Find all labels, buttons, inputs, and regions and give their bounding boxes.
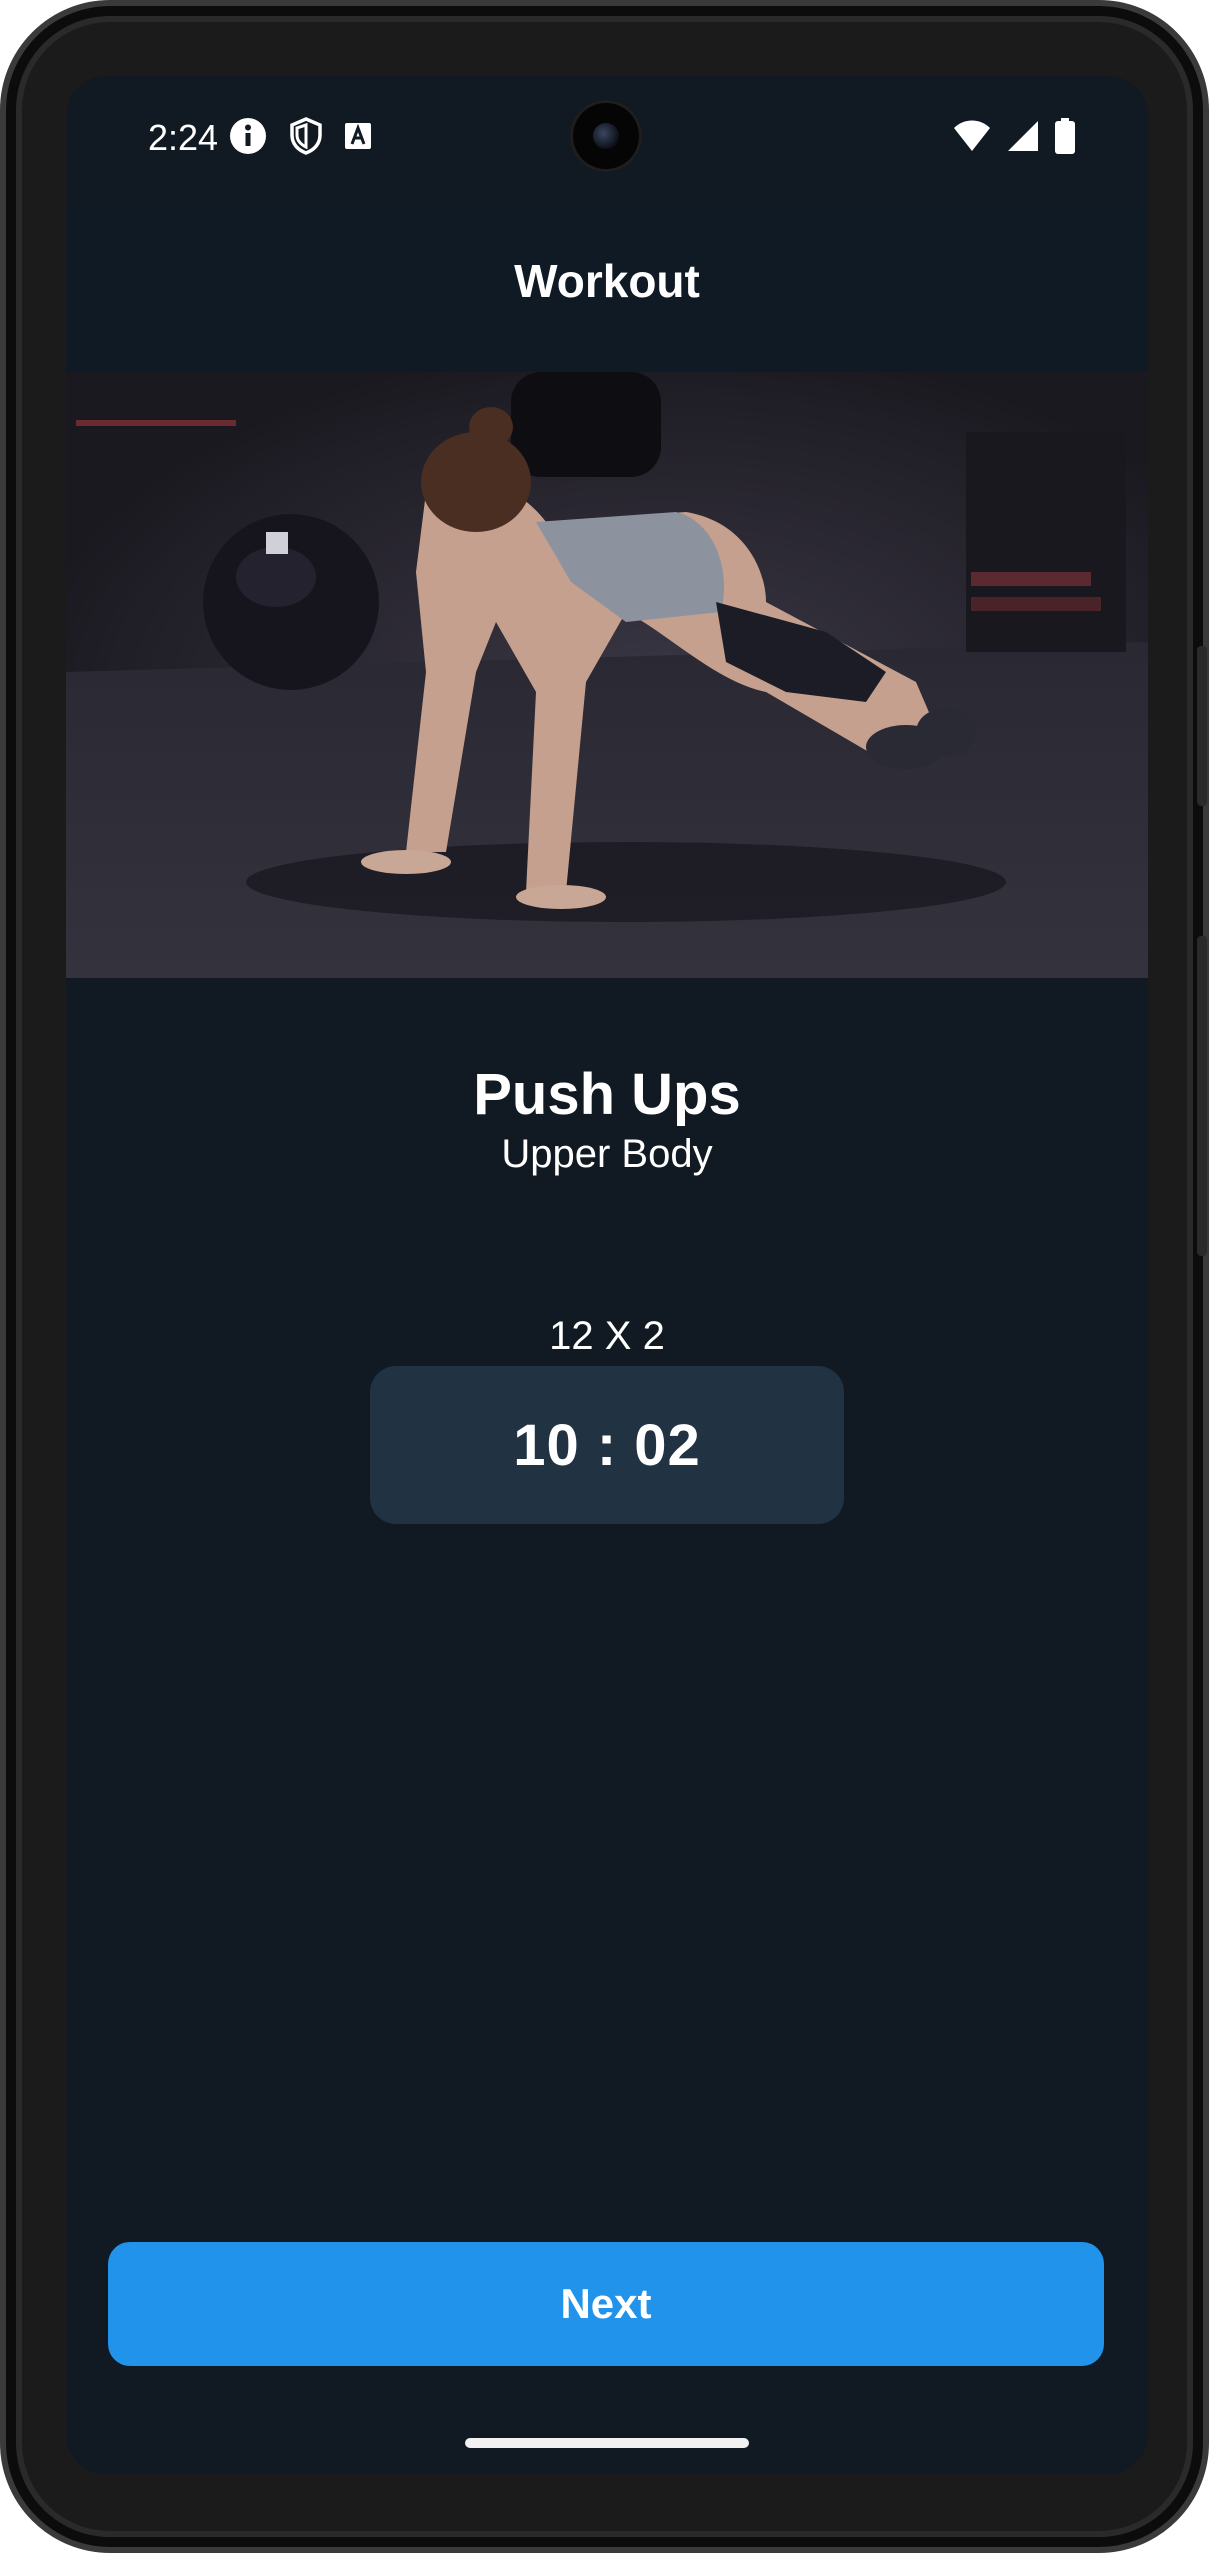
status-bar: 2:24 [66, 76, 1148, 206]
timer-value: 10 : 02 [513, 1412, 701, 1478]
push-up-photo [66, 372, 1148, 978]
home-indicator[interactable] [465, 2438, 749, 2448]
exercise-image [66, 372, 1148, 978]
exercise-name: Push Ups [473, 1062, 741, 1127]
page-title: Workout [514, 255, 700, 307]
reps-label: 12 X 2 [549, 1314, 665, 1358]
timer-display: 10 : 02 [370, 1366, 844, 1524]
volume-button [1197, 936, 1207, 1256]
wifi-icon [952, 119, 992, 158]
next-button[interactable]: Next [108, 2242, 1104, 2366]
keyboard-a-icon [344, 120, 372, 157]
front-camera [573, 103, 639, 169]
app-bar: Workout [66, 206, 1148, 372]
status-icons-left [228, 116, 372, 161]
screen: 2:24 Workout Push Ups Upper Body 12 X 2 … [66, 76, 1148, 2474]
cellular-signal-icon [1006, 119, 1040, 158]
info-icon [228, 116, 268, 161]
status-icons-right [952, 117, 1076, 159]
phone-frame: 2:24 Workout Push Ups Upper Body 12 X 2 … [0, 0, 1209, 2553]
power-button [1197, 646, 1207, 806]
status-time: 2:24 [148, 117, 219, 158]
shield-icon [288, 116, 324, 161]
battery-icon [1054, 117, 1076, 159]
exercise-category: Upper Body [501, 1132, 713, 1176]
